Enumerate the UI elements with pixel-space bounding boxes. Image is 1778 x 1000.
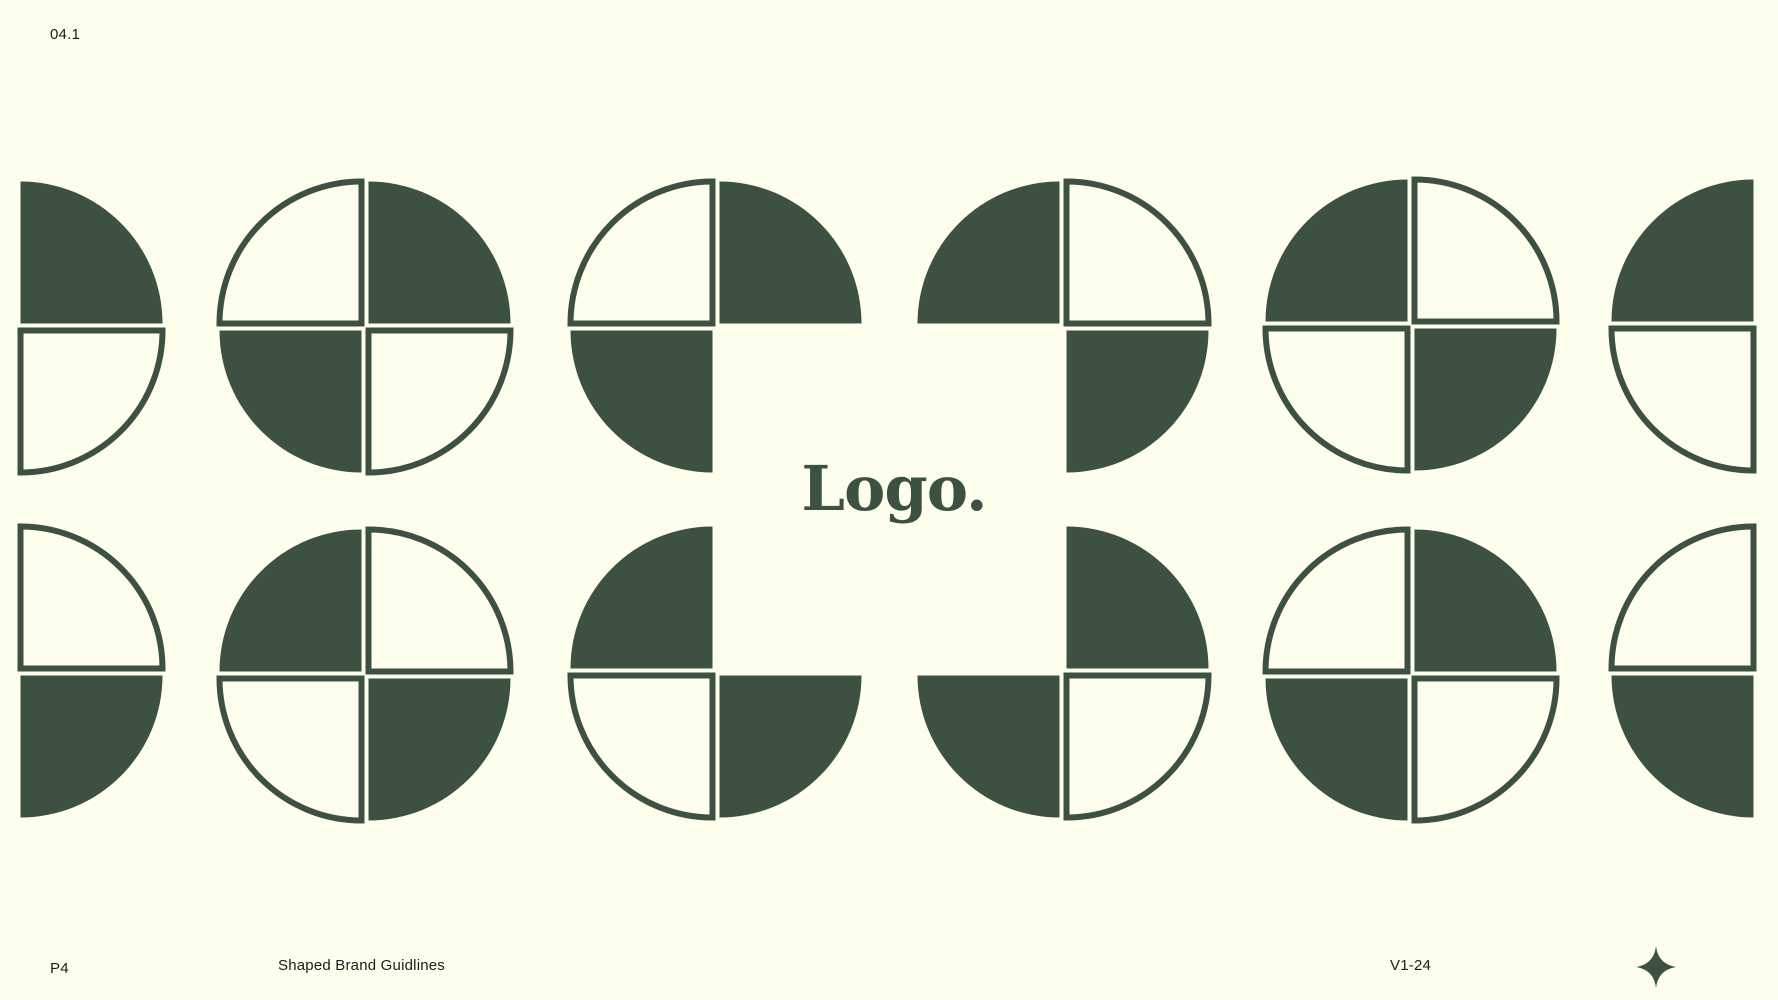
outlined-quadrant bbox=[1063, 178, 1212, 327]
filled-quadrant bbox=[1414, 529, 1557, 672]
quadrant-circle-tile bbox=[216, 178, 514, 476]
filled-quadrant bbox=[368, 678, 511, 821]
quadrant-circle-tile bbox=[1608, 179, 1757, 474]
quadrant-circle-tile bbox=[17, 181, 166, 476]
quadrant-circle-tile bbox=[216, 526, 514, 824]
quadrant-circle-tile bbox=[917, 178, 1212, 473]
outlined-quadrant bbox=[1411, 176, 1560, 325]
outlined-quadrant bbox=[1608, 523, 1757, 672]
outlined-quadrant bbox=[1063, 672, 1212, 821]
outlined-quadrant bbox=[567, 178, 716, 327]
outlined-quadrant bbox=[1262, 526, 1411, 675]
quadrant-circle-tile bbox=[1608, 523, 1757, 818]
outlined-quadrant bbox=[1411, 675, 1560, 824]
quadrant-circle-tile bbox=[567, 526, 862, 821]
logo-wordmark: Logo. bbox=[801, 452, 987, 525]
filled-quadrant bbox=[1066, 526, 1209, 669]
sparkle-icon bbox=[1636, 946, 1676, 988]
filled-quadrant bbox=[570, 526, 713, 669]
filled-quadrant bbox=[1611, 675, 1754, 818]
filled-quadrant bbox=[917, 675, 1060, 818]
outlined-quadrant bbox=[17, 523, 166, 672]
outlined-quadrant bbox=[365, 526, 514, 675]
outlined-quadrant bbox=[1262, 325, 1411, 474]
quadrant-circle-tile bbox=[567, 178, 862, 473]
page-number: P4 bbox=[50, 960, 69, 977]
filled-quadrant bbox=[20, 181, 163, 324]
filled-quadrant bbox=[368, 181, 511, 324]
filled-quadrant bbox=[719, 675, 862, 818]
filled-quadrant bbox=[20, 675, 163, 818]
filled-quadrant bbox=[1265, 678, 1408, 821]
outlined-quadrant bbox=[1608, 325, 1757, 474]
quadrant-circle-tile bbox=[917, 526, 1212, 821]
version-label: V1-24 bbox=[1390, 957, 1432, 974]
filled-quadrant bbox=[1414, 328, 1557, 471]
filled-quadrant bbox=[917, 181, 1060, 324]
filled-quadrant bbox=[719, 181, 862, 324]
filled-quadrant bbox=[1611, 179, 1754, 322]
outlined-quadrant bbox=[567, 672, 716, 821]
quadrant-circle-tile bbox=[1262, 526, 1560, 824]
filled-quadrant bbox=[1265, 179, 1408, 322]
quadrant-circle-tile bbox=[1262, 176, 1560, 474]
outlined-quadrant bbox=[216, 178, 365, 327]
quadrant-circle-tile bbox=[17, 523, 166, 818]
outlined-quadrant bbox=[216, 675, 365, 824]
document-title: Shaped Brand Guidlines bbox=[278, 957, 446, 974]
filled-quadrant bbox=[219, 529, 362, 672]
